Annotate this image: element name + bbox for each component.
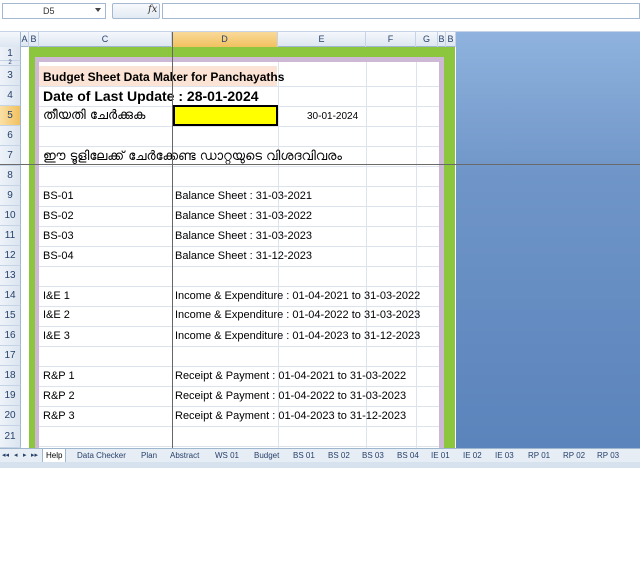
row-header-10[interactable]: 10 — [0, 206, 21, 226]
col-header-g[interactable]: G — [416, 32, 438, 47]
col-header-b[interactable]: B — [29, 32, 39, 47]
tab-ie-02[interactable]: IE 02 — [460, 449, 485, 462]
item-code: BS-01 — [43, 190, 74, 202]
tab-bs-02[interactable]: BS 02 — [325, 449, 353, 462]
col-header-f[interactable]: F — [366, 32, 416, 47]
item-desc: Receipt & Payment : 01-04-2021 to 31-03-… — [175, 370, 407, 382]
row-header-8[interactable]: 8 — [0, 166, 21, 186]
tab-budget[interactable]: Budget — [251, 449, 282, 462]
item-desc: Balance Sheet : 31-03-2022 — [175, 210, 312, 222]
tab-ws-01[interactable]: WS 01 — [212, 449, 242, 462]
tab-plan[interactable]: Plan — [138, 449, 160, 462]
current-date-value: 30-01-2024 — [307, 111, 359, 122]
row-header-1[interactable]: 1 — [0, 47, 21, 61]
row-header-6[interactable]: 6 — [0, 126, 21, 146]
row-header-16[interactable]: 16 — [0, 326, 21, 346]
last-update-label: Date of Last Update : 28-01-2024 — [43, 88, 259, 104]
prev-sheet-icon[interactable]: ◂ — [14, 451, 18, 459]
row-header-9[interactable]: 9 — [0, 186, 21, 206]
row-header-20[interactable]: 20 — [0, 406, 21, 426]
sheet-title: Budget Sheet Data Maker for Panchayaths — [43, 70, 285, 84]
row-header-5[interactable]: 5 — [0, 106, 21, 126]
tab-rp-01[interactable]: RP 01 — [525, 449, 553, 462]
spreadsheet-window: D5 fx A B C D E F G B B 1 2 3 4 5 6 7 8 … — [0, 0, 640, 562]
item-code: R&P 3 — [43, 410, 75, 422]
col-header-d[interactable]: D — [172, 32, 278, 47]
item-code: I&E 3 — [43, 330, 70, 342]
tab-rp-02[interactable]: RP 02 — [560, 449, 588, 462]
select-all-corner[interactable] — [0, 32, 21, 47]
formula-input[interactable] — [162, 3, 640, 19]
workbook-background — [456, 32, 640, 448]
tab-bs-01[interactable]: BS 01 — [290, 449, 318, 462]
item-code: R&P 1 — [43, 370, 75, 382]
name-box[interactable]: D5 — [2, 3, 106, 19]
freeze-pane-horizontal — [0, 164, 640, 165]
col-header-a[interactable]: A — [21, 32, 29, 47]
tab-help[interactable]: Help — [42, 449, 67, 462]
row-header-11[interactable]: 11 — [0, 226, 21, 246]
status-bar — [0, 462, 640, 468]
last-sheet-icon[interactable]: ▸▸ — [31, 451, 38, 459]
function-icon[interactable]: fx — [148, 4, 157, 15]
column-headers: A B C D E F G B B — [0, 32, 456, 47]
col-header-c[interactable]: C — [39, 32, 172, 47]
row-header-14[interactable]: 14 — [0, 286, 21, 306]
first-sheet-icon[interactable]: ◂◂ — [2, 451, 9, 459]
row-header-19[interactable]: 19 — [0, 386, 21, 406]
item-code: BS-02 — [43, 210, 74, 222]
row-header-3[interactable]: 3 — [0, 66, 21, 86]
item-desc: Income & Expenditure : 01-04-2021 to 31-… — [175, 290, 421, 302]
col-header-h[interactable]: B — [438, 32, 446, 47]
item-code: I&E 2 — [43, 309, 70, 321]
worksheet-grid[interactable]: A B C D E F G B B 1 2 3 4 5 6 7 8 9 10 1… — [0, 32, 456, 448]
col-header-e[interactable]: E — [278, 32, 366, 47]
item-desc: Income & Expenditure : 01-04-2023 to 31-… — [175, 330, 421, 342]
item-code: R&P 2 — [43, 390, 75, 402]
row-header-12[interactable]: 12 — [0, 246, 21, 266]
tab-ie-03[interactable]: IE 03 — [492, 449, 517, 462]
date-entry-label: തീയതി ചേർക്കുക — [43, 108, 146, 123]
tab-abstract[interactable]: Abstract — [167, 449, 202, 462]
item-code: BS-03 — [43, 230, 74, 242]
formula-bar: D5 fx — [0, 0, 640, 32]
freeze-pane-vertical — [172, 32, 173, 448]
item-desc: Balance Sheet : 31-03-2021 — [175, 190, 312, 202]
row-header-21[interactable]: 21 — [0, 426, 21, 448]
item-code: I&E 1 — [43, 290, 70, 302]
sheet-tab-bar: ◂◂ ◂ ▸ ▸▸ Help Data Checker Plan Abstrac… — [0, 448, 640, 462]
item-desc: Balance Sheet : 31-12-2023 — [175, 250, 312, 262]
row-header-18[interactable]: 18 — [0, 366, 21, 386]
tab-data-checker[interactable]: Data Checker — [74, 449, 129, 462]
item-desc: Receipt & Payment : 01-04-2022 to 31-03-… — [175, 390, 407, 402]
row-header-4[interactable]: 4 — [0, 86, 21, 106]
date-entry-cell[interactable] — [173, 105, 278, 126]
row-header-17[interactable]: 17 — [0, 346, 21, 366]
next-sheet-icon[interactable]: ▸ — [23, 451, 27, 459]
item-desc: Income & Expenditure : 01-04-2022 to 31-… — [175, 309, 421, 321]
tab-bs-04[interactable]: BS 04 — [394, 449, 422, 462]
item-code: BS-04 — [43, 250, 74, 262]
row-header-7[interactable]: 7 — [0, 146, 21, 166]
item-desc: Balance Sheet : 31-03-2023 — [175, 230, 312, 242]
tab-bs-03[interactable]: BS 03 — [359, 449, 387, 462]
item-desc: Receipt & Payment : 01-04-2023 to 31-12-… — [175, 410, 407, 422]
section-heading: ഈ ടൂളിലേക്ക് ചേർക്കേണ്ട ഡാറ്റയുടെ വിശദവി… — [43, 149, 342, 164]
col-header-i[interactable]: B — [446, 32, 456, 47]
tab-rp-03[interactable]: RP 03 — [594, 449, 622, 462]
chevron-down-icon[interactable] — [95, 8, 101, 12]
tab-ie-01[interactable]: IE 01 — [428, 449, 453, 462]
row-header-15[interactable]: 15 — [0, 306, 21, 326]
row-header-13[interactable]: 13 — [0, 266, 21, 286]
